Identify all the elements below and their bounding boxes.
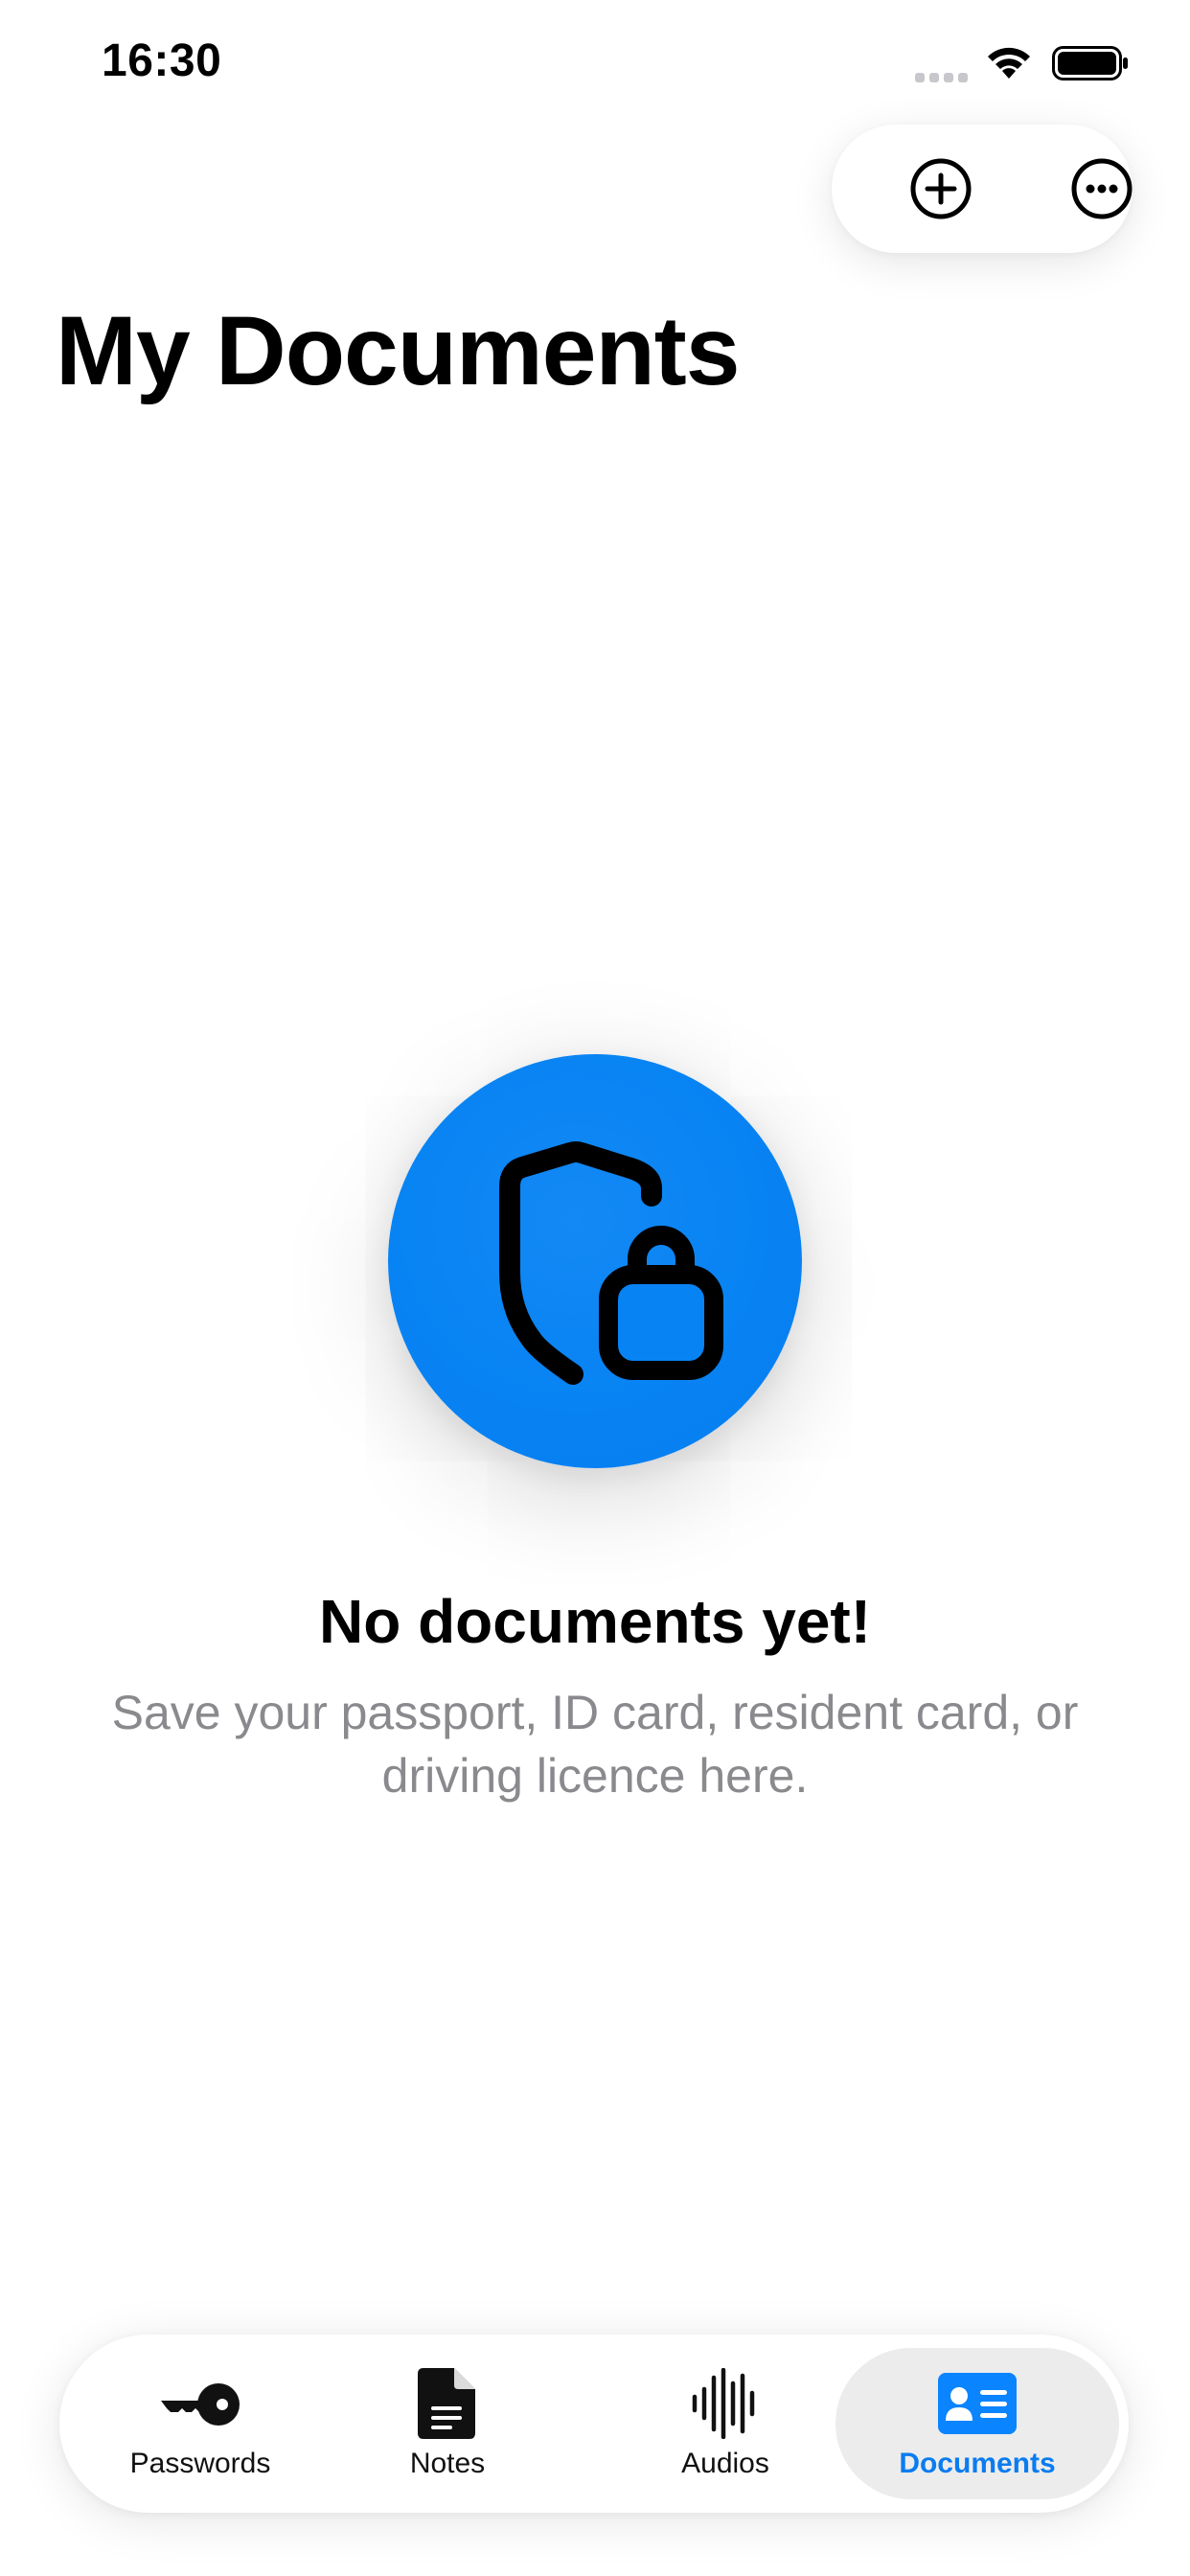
plus-circle-icon [910, 158, 972, 219]
more-button[interactable] [1062, 149, 1142, 229]
tab-label: Documents [899, 2448, 1056, 2479]
empty-state-subtitle: Save your passport, ID card, resident ca… [111, 1686, 1079, 1803]
id-card-icon [938, 2373, 1017, 2434]
shield-lock-icon [499, 1141, 723, 1385]
tab-passwords[interactable]: Passwords [98, 2348, 303, 2499]
tab-documents[interactable]: Documents [835, 2348, 1119, 2499]
add-button[interactable] [901, 149, 981, 229]
tab-bar: Passwords Notes Audios Documents [59, 2334, 1129, 2513]
key-icon [161, 2383, 240, 2426]
empty-state-title: No documents yet! [318, 1587, 872, 1656]
ellipsis-circle-icon [1071, 158, 1133, 219]
battery-icon [1052, 46, 1128, 80]
tab-label: Passwords [129, 2448, 271, 2479]
wifi-icon [988, 47, 1030, 79]
tab-audios[interactable]: Audios [644, 2348, 807, 2499]
tab-label: Notes [409, 2448, 486, 2479]
page-title: My Documents [56, 296, 740, 405]
cellular-signal-icon [915, 73, 968, 82]
waveform-icon [692, 2368, 755, 2439]
empty-state-illustration [388, 1054, 802, 1468]
tab-notes[interactable]: Notes [376, 2348, 519, 2499]
note-icon [418, 2368, 475, 2439]
status-time: 16:30 [102, 35, 222, 86]
header-actions [832, 125, 1133, 253]
tab-label: Audios [681, 2448, 769, 2479]
